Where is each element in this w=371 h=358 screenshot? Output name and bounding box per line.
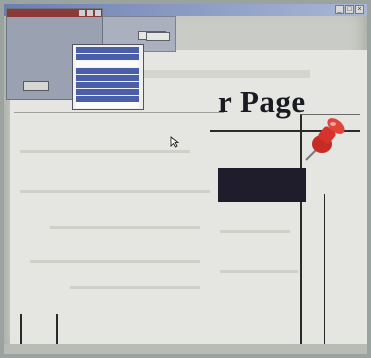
dialog-titlebar[interactable] (7, 9, 102, 17)
dialog-close-button[interactable] (95, 10, 101, 16)
property-field[interactable] (146, 32, 170, 41)
selected-text-block[interactable] (218, 168, 306, 202)
placeholder-line (220, 270, 298, 273)
sidebar-inner-rule (324, 194, 325, 349)
dialog-minimize-button[interactable] (79, 10, 85, 16)
placeholder-line (20, 150, 190, 153)
dialog-maximize-button[interactable] (87, 10, 93, 16)
placeholder-line (70, 286, 200, 289)
dropdown-item[interactable] (76, 75, 139, 81)
placeholder-line (20, 190, 210, 193)
maximize-button[interactable]: □ (345, 5, 354, 14)
pushpin-icon (305, 118, 345, 161)
placeholder-line (30, 260, 200, 263)
dropdown-item[interactable] (76, 102, 139, 108)
minimize-button[interactable]: _ (335, 5, 344, 14)
dropdown-item[interactable] (76, 47, 139, 53)
divider (14, 112, 224, 113)
close-button[interactable]: × (355, 5, 364, 14)
dropdown-menu (72, 44, 144, 110)
dropdown-item[interactable] (76, 68, 139, 74)
dropdown-item[interactable] (76, 82, 139, 88)
ok-button[interactable] (23, 81, 49, 91)
dropdown-item[interactable] (76, 54, 139, 60)
taskbar (4, 344, 367, 354)
dropdown-item[interactable] (76, 61, 139, 67)
dropdown-item[interactable] (76, 89, 139, 95)
placeholder-line (220, 230, 290, 233)
placeholder-line (50, 226, 200, 229)
page-heading: r Page (218, 84, 306, 119)
screen: _ □ × r Page (4, 4, 367, 354)
arrow-cursor-icon (170, 136, 180, 148)
